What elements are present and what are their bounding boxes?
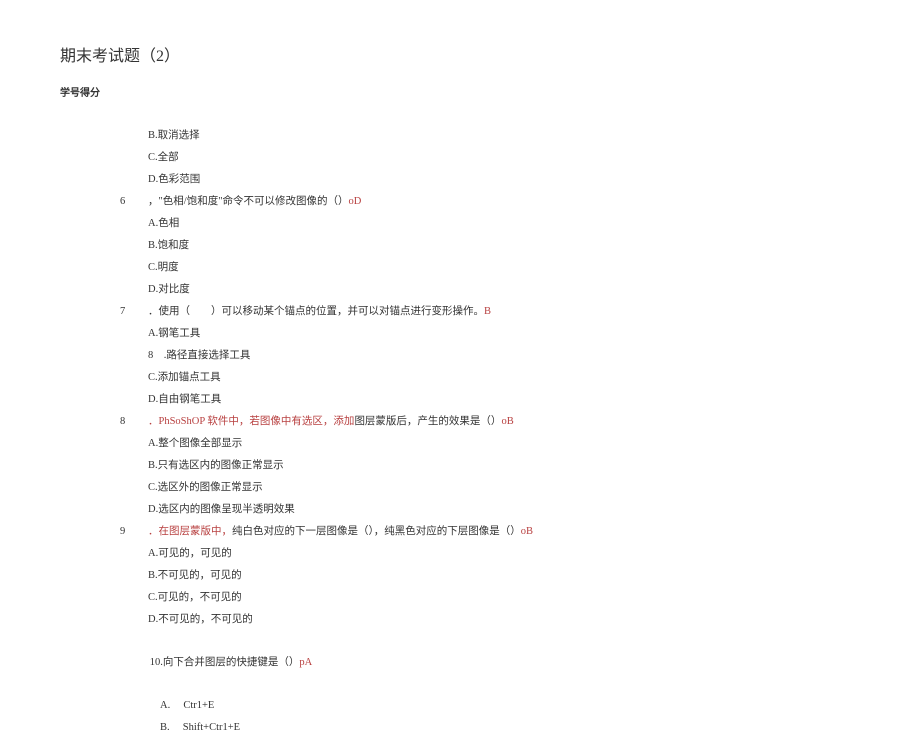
q7-text: ．使用（ ）可以移动某个锚点的位置，并可以对锚点进行变形操作。B	[148, 301, 860, 322]
q9-option-c: C.可见的，不可见的	[120, 587, 860, 608]
q9-option-b: B.不可见的，可见的	[120, 565, 860, 586]
q10-text: 10.向下合并图层的快捷键是（）pA	[150, 657, 312, 668]
q10-option-a: A. Ctr1+E	[120, 695, 860, 716]
q9-number: 9	[120, 521, 148, 542]
q6-option-b: B.饱和度	[120, 235, 860, 256]
exam-content: B.取消选择 C.全部 D.色彩范围 6 ，"色相/饱和度"命令不可以修改图像的…	[60, 125, 860, 738]
q10-option-b: B. Shift+Ctr1+E	[120, 717, 860, 738]
option-b: B.取消选择	[120, 125, 860, 146]
question-6: 6 ，"色相/饱和度"命令不可以修改图像的（）oD	[120, 191, 860, 212]
exam-subtitle: 学号得分	[60, 84, 860, 99]
q6-option-a: A.色相	[120, 213, 860, 234]
q7-option-d: D.自由钢笔工具	[120, 389, 860, 410]
q8-option-c: C.选区外的图像正常显示	[120, 477, 860, 498]
exam-title: 期末考试题（2）	[60, 42, 860, 66]
q9-option-a: A.可见的，可见的	[120, 543, 860, 564]
question-9: 9 ．在图层蒙版中，纯白色对应的下一层图像是（），纯黑色对应的下层图像是（）oB	[120, 521, 860, 542]
q7-option-a: A.钢笔工具	[120, 323, 860, 344]
q8-option-d: D.选区内的图像呈现半透明效果	[120, 499, 860, 520]
document-page: 期末考试题（2） 学号得分 B.取消选择 C.全部 D.色彩范围 6 ，"色相/…	[0, 0, 920, 738]
q6-text: ，"色相/饱和度"命令不可以修改图像的（）oD	[148, 191, 860, 212]
q9-option-d: D.不可见的，不可见的	[120, 609, 860, 630]
q8-option-a: A.整个图像全部显示	[120, 433, 860, 454]
q6-option-c: C.明度	[120, 257, 860, 278]
q6-number: 6	[120, 191, 148, 212]
q9-text: ．在图层蒙版中，纯白色对应的下一层图像是（），纯黑色对应的下层图像是（）oB	[148, 521, 860, 542]
q8-number: 8	[120, 411, 148, 432]
q8-option-b: B.只有选区内的图像正常显示	[120, 455, 860, 476]
option-c: C.全部	[120, 147, 860, 168]
question-8: 8 ．PhSoShOP 软件中，若图像中有选区，添加图层蒙版后，产生的效果是（）…	[120, 411, 860, 432]
option-d: D.色彩范围	[120, 169, 860, 190]
q7-number: 7	[120, 301, 148, 322]
q6-option-d: D.对比度	[120, 279, 860, 300]
question-10: 10.向下合并图层的快捷键是（）pA	[120, 631, 860, 694]
q7-option-c: C.添加锚点工具	[120, 367, 860, 388]
question-7: 7 ．使用（ ）可以移动某个锚点的位置，并可以对锚点进行变形操作。B	[120, 301, 860, 322]
q7-sub-8: 8 .路径直接选择工具	[120, 345, 860, 366]
q8-text: ．PhSoShOP 软件中，若图像中有选区，添加图层蒙版后，产生的效果是（）oB	[148, 411, 860, 432]
